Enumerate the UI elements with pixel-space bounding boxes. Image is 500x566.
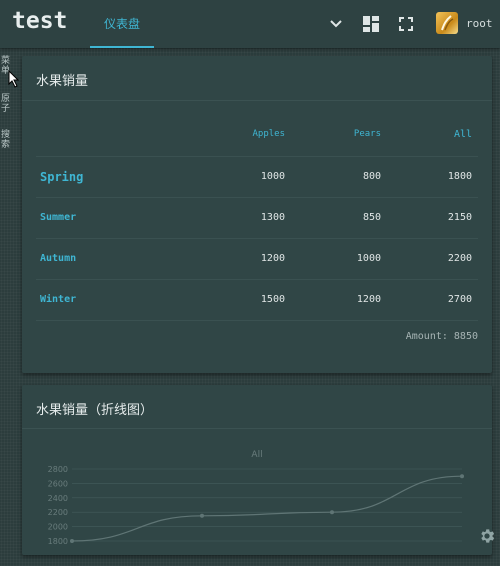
line-chart: All 2800 2600 2400 2200 2000 1800 [48,450,464,546]
fullscreen-icon[interactable] [396,14,416,34]
cell-pears: 800 [362,171,381,182]
data-point [200,513,204,518]
dashboard-layout-icon[interactable] [361,14,381,34]
table-row[interactable]: Summer 1300 850 2150 [36,198,478,238]
cell-pears: 1200 [356,294,381,305]
row-season: Autumn [40,253,77,264]
card-title: 水果销量（折线图） [36,403,154,418]
sidebar-item-atoms[interactable]: 原子 [1,94,11,114]
y-tick-label: 1800 [48,537,68,546]
table-row[interactable]: Autumn 1200 1000 2200 [36,239,478,279]
data-point [460,474,464,479]
y-tick-label: 2600 [48,479,68,488]
table-row[interactable]: Spring 1000 800 1800 [36,157,478,197]
row-season: Summer [40,212,77,223]
tab-dashboard-label: 仪表盘 [103,17,140,31]
column-header-all: All [453,129,472,140]
cell-all: 2700 [447,294,472,305]
y-tick-label: 2800 [48,465,68,474]
chevron-down-icon[interactable] [326,14,346,34]
avatar[interactable] [436,12,458,34]
cell-apples: 1000 [260,171,285,182]
series-line-all [71,475,463,542]
cell-all: 1800 [447,171,472,182]
y-tick-label: 2200 [48,508,68,517]
row-divider [36,320,478,321]
data-point [70,539,74,543]
y-tick-label: 2000 [48,523,68,532]
cell-apples: 1300 [260,212,285,223]
card-title: 水果销量 [36,74,89,89]
y-tick-label: 2400 [48,494,68,503]
card-divider [22,428,492,429]
amount-total: Amount: 8850 [405,331,478,342]
sidebar-item-search[interactable]: 搜索 [1,130,11,150]
column-header-pears: Pears [353,129,381,139]
app-title[interactable]: test [12,8,67,34]
top-bar: test 仪表盘 root [0,0,500,48]
data-point [330,510,334,515]
tab-active-indicator [90,46,154,48]
cell-apples: 1200 [260,253,285,264]
cell-all: 2200 [447,253,472,264]
table-row[interactable]: Winter 1500 1200 2700 [36,280,478,320]
username[interactable]: root [466,17,493,30]
cell-apples: 1500 [260,294,285,305]
fruit-sales-table-card: 水果销量 Apples Pears All Spring 1000 800 18… [22,56,492,373]
mouse-cursor-icon [8,69,20,92]
cell-pears: 1000 [356,253,381,264]
cell-pears: 850 [362,212,381,223]
fruit-sales-line-chart-card: 水果销量（折线图） All 2800 2600 2400 2200 2000 1800 [22,385,492,555]
row-season: Winter [40,294,77,305]
tab-dashboard[interactable]: 仪表盘 [90,0,154,48]
card-divider [22,100,492,101]
row-season: Spring [40,170,84,184]
chart-title: All [251,450,262,460]
column-header-apples: Apples [252,129,285,139]
cell-all: 2150 [447,212,472,223]
settings-gear-icon[interactable] [478,527,496,549]
